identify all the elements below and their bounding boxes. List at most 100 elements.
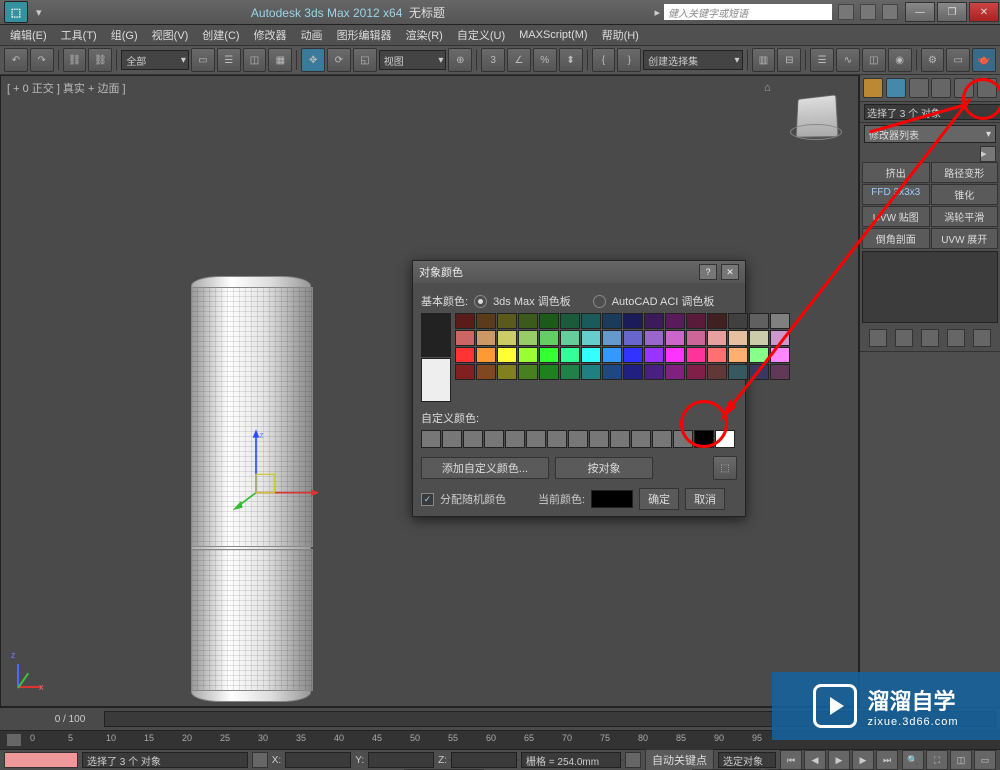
star-icon[interactable] — [860, 4, 876, 20]
color-swatch[interactable] — [602, 364, 622, 380]
goto-start-button[interactable]: ⏮ — [780, 750, 802, 770]
mod-bevelprofile[interactable]: 倒角剖面 — [862, 228, 930, 249]
color-swatch[interactable] — [623, 347, 643, 363]
search-input[interactable]: 健入关键字或短语 — [664, 4, 832, 20]
minimize-button[interactable]: — — [905, 2, 935, 22]
color-swatch[interactable] — [749, 313, 769, 329]
menu-create[interactable]: 创建(C) — [196, 25, 245, 45]
menu-render[interactable]: 渲染(R) — [400, 25, 449, 45]
prev-frame-button[interactable]: ◀ — [804, 750, 826, 770]
color-swatch[interactable] — [686, 347, 706, 363]
viewcube[interactable] — [786, 86, 846, 146]
render-setup-button[interactable]: ⚙ — [921, 48, 945, 72]
color-swatch[interactable] — [455, 347, 475, 363]
color-swatch[interactable] — [455, 313, 475, 329]
color-swatch[interactable] — [455, 364, 475, 380]
color-swatch[interactable] — [539, 330, 559, 346]
show-result-button[interactable] — [895, 329, 913, 347]
goto-end-button[interactable]: ⏭ — [876, 750, 898, 770]
make-unique-button[interactable] — [921, 329, 939, 347]
angle-snap-button[interactable]: ∠ — [507, 48, 531, 72]
chevron-right-icon[interactable]: ▸ — [650, 6, 664, 19]
window-crossing-button[interactable]: ▦ — [268, 48, 292, 72]
cancel-button[interactable]: 取消 — [685, 488, 725, 510]
black-swatch[interactable] — [421, 313, 451, 357]
color-swatch[interactable] — [497, 347, 517, 363]
nav-region-button[interactable]: ▭ — [974, 750, 996, 770]
menu-view[interactable]: 视图(V) — [146, 25, 195, 45]
layer-button[interactable]: ☰ — [810, 48, 834, 72]
render-frame-button[interactable]: ▭ — [946, 48, 970, 72]
mod-pathdeform[interactable]: 路径变形 — [931, 162, 999, 183]
info-icon[interactable] — [838, 4, 854, 20]
rotate-button[interactable]: ⟳ — [327, 48, 351, 72]
script-listener[interactable] — [4, 752, 78, 768]
key-icon[interactable] — [625, 752, 641, 768]
menu-help[interactable]: 帮助(H) — [596, 25, 645, 45]
color-swatch[interactable] — [518, 330, 538, 346]
percent-snap-button[interactable]: % — [533, 48, 557, 72]
utilities-tab-icon[interactable] — [977, 78, 997, 98]
color-swatch[interactable] — [644, 347, 664, 363]
lock-icon[interactable] — [252, 752, 268, 768]
undo-button[interactable]: ↶ — [4, 48, 28, 72]
display-tab-icon[interactable] — [954, 78, 974, 98]
frame-indicator[interactable]: 0 / 100 — [40, 714, 100, 725]
named-selection-dropdown[interactable]: 创建选择集 — [643, 50, 742, 70]
named-sel-next-button[interactable]: } — [617, 48, 641, 72]
color-swatch[interactable] — [581, 313, 601, 329]
unlink-button[interactable]: ⛓ — [88, 48, 112, 72]
color-swatch[interactable] — [623, 313, 643, 329]
color-swatch[interactable] — [602, 313, 622, 329]
material-editor-button[interactable]: ◉ — [888, 48, 912, 72]
color-swatch[interactable] — [476, 347, 496, 363]
track-toggle-button[interactable] — [6, 733, 22, 747]
color-swatch[interactable] — [665, 313, 685, 329]
home-icon[interactable]: ⌂ — [764, 82, 778, 96]
color-swatch[interactable] — [665, 330, 685, 346]
color-swatch[interactable] — [728, 313, 748, 329]
palette-3dsmax-radio[interactable] — [474, 295, 487, 308]
by-object-button[interactable]: 按对象 — [555, 457, 653, 479]
mod-extrude[interactable]: 挤出 — [862, 162, 930, 183]
color-swatch[interactable] — [770, 330, 790, 346]
color-swatch[interactable] — [497, 364, 517, 380]
color-swatch[interactable] — [581, 330, 601, 346]
palette-aci-radio[interactable] — [593, 295, 606, 308]
color-swatch[interactable] — [686, 313, 706, 329]
move-button[interactable]: ✥ — [301, 48, 325, 72]
menu-graph[interactable]: 图形编辑器 — [331, 25, 398, 45]
close-button[interactable]: ✕ — [969, 2, 999, 22]
color-swatch[interactable] — [665, 364, 685, 380]
color-swatch[interactable] — [539, 313, 559, 329]
coord-y-input[interactable] — [368, 752, 434, 768]
color-swatch[interactable] — [644, 364, 664, 380]
autokey-button[interactable]: 自动关键点 — [645, 749, 714, 770]
menu-modifiers[interactable]: 修改器 — [248, 25, 293, 45]
object-name-input[interactable] — [864, 104, 1000, 120]
motion-tab-icon[interactable] — [931, 78, 951, 98]
next-frame-button[interactable]: ▶ — [852, 750, 874, 770]
color-swatch[interactable] — [476, 364, 496, 380]
color-swatch[interactable] — [497, 313, 517, 329]
link-button[interactable]: ⛓ — [63, 48, 87, 72]
ref-coord-dropdown[interactable]: 视图 — [379, 50, 447, 70]
add-custom-color-button[interactable]: 添加自定义颜色... — [421, 457, 549, 479]
mirror-button[interactable]: ▥ — [752, 48, 776, 72]
nav-fov-button[interactable]: ◫ — [950, 750, 972, 770]
color-swatch[interactable] — [623, 364, 643, 380]
snap-button[interactable]: 3 — [481, 48, 505, 72]
color-swatch[interactable] — [707, 313, 727, 329]
nav-zoomall-button[interactable]: ⛶ — [926, 750, 948, 770]
schematic-button[interactable]: ◫ — [862, 48, 886, 72]
color-swatch[interactable] — [518, 313, 538, 329]
color-swatch[interactable] — [518, 347, 538, 363]
help-icon[interactable] — [882, 4, 898, 20]
color-swatch[interactable] — [686, 364, 706, 380]
color-picker-icon[interactable]: ⬚ — [713, 456, 737, 480]
color-swatch[interactable] — [749, 364, 769, 380]
color-swatch[interactable] — [539, 364, 559, 380]
color-swatch[interactable] — [602, 330, 622, 346]
qat-arrow-icon[interactable]: ▾ — [32, 6, 46, 19]
custom-swatch-white[interactable] — [715, 430, 735, 448]
